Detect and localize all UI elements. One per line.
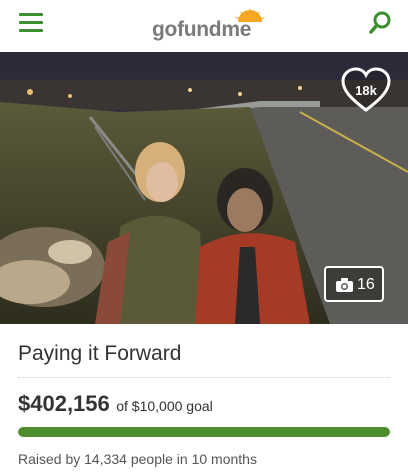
search-icon[interactable] xyxy=(368,10,392,36)
amount-raised: $402,156 of $10,000 goal xyxy=(18,391,213,417)
progress-bar xyxy=(18,427,390,437)
top-bar: gofundme xyxy=(0,0,408,50)
photo-count: 16 xyxy=(357,276,375,293)
campaign-meta: Raised by 14,334 people in 10 months xyxy=(18,451,257,467)
likes-count: 18k xyxy=(355,83,377,98)
camera-icon xyxy=(336,278,353,292)
goal-text: of $10,000 goal xyxy=(116,398,213,414)
photo-gallery-button[interactable]: 16 xyxy=(324,266,384,302)
like-button[interactable]: 18k xyxy=(340,66,392,114)
divider xyxy=(18,377,390,378)
menu-line xyxy=(19,29,43,32)
gofundme-logo[interactable]: gofundme xyxy=(152,6,272,44)
progress-fill xyxy=(18,427,390,437)
menu-line xyxy=(19,21,43,24)
logo-fund: fund xyxy=(177,18,222,41)
campaign-photo[interactable]: 18k 16 xyxy=(0,52,408,324)
raised-amount: $402,156 xyxy=(18,391,110,416)
logo-wordmark: gofundme xyxy=(152,18,251,42)
hamburger-menu-icon[interactable] xyxy=(19,11,43,33)
logo-go: go xyxy=(152,18,178,41)
menu-line xyxy=(19,13,43,16)
logo-me: me xyxy=(221,18,252,41)
campaign-title: Paying it Forward xyxy=(18,342,182,365)
